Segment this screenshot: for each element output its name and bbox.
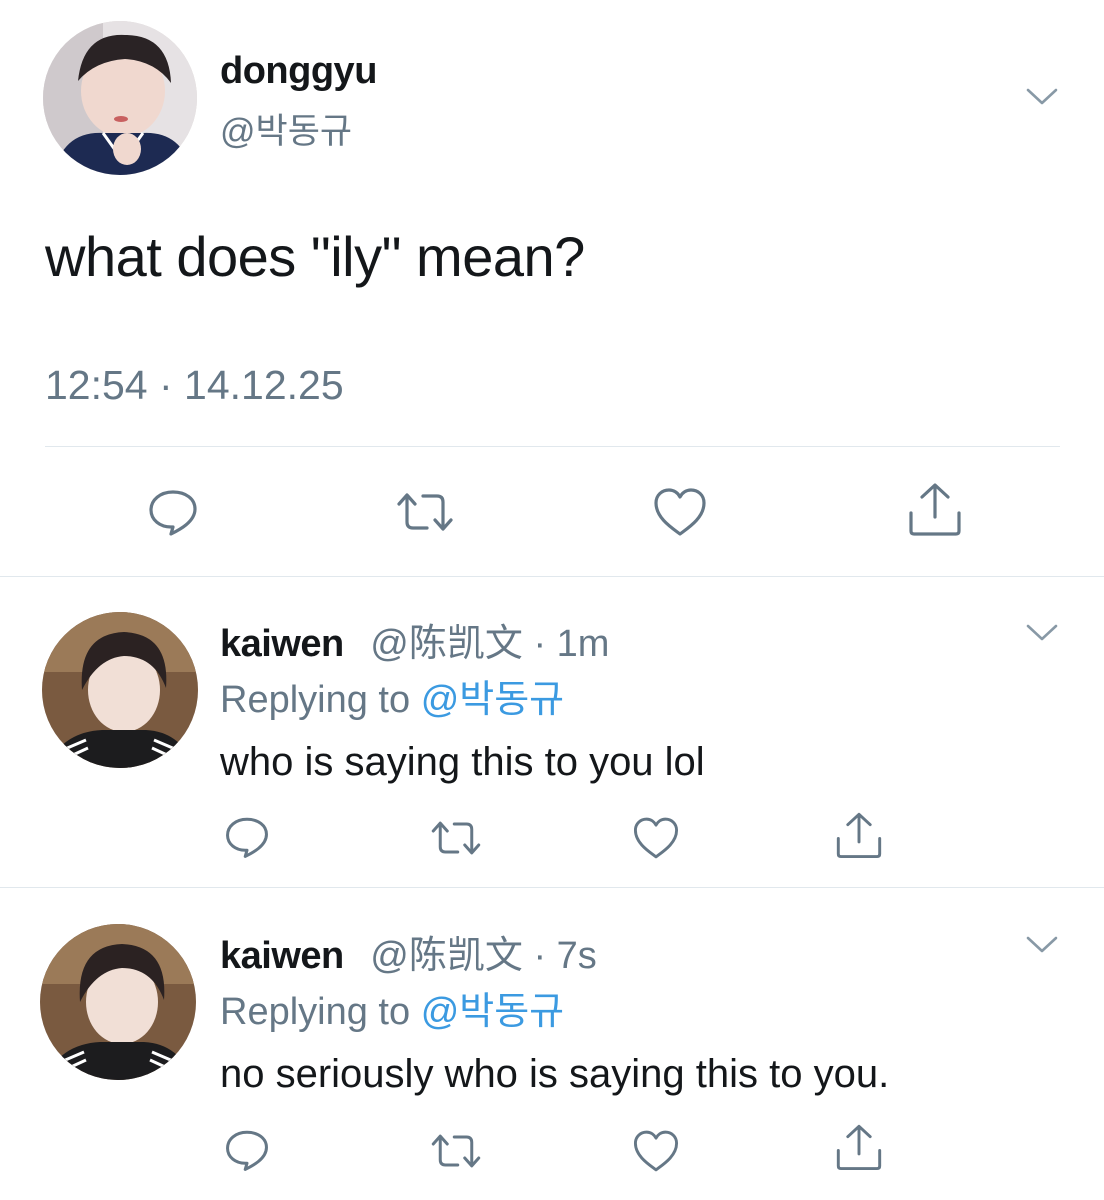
reply-avatar[interactable] [42,612,198,768]
main-display-name[interactable]: donggyu [220,50,377,93]
reply-handle[interactable]: @陈凯文 [370,935,523,977]
reply-like-icon[interactable] [632,1128,680,1174]
reply-header: kaiwen @陈凯文 · 7s [220,924,597,979]
main-avatar[interactable] [43,21,197,175]
reply-time[interactable]: · 7s [533,935,596,977]
main-reply-icon[interactable] [147,487,199,537]
reply-reply-icon[interactable] [224,1127,270,1173]
main-tweet-text: what does "ily" mean? [45,225,585,288]
reply-text: no seriously who is saying this to you. [220,1052,890,1096]
main-timestamp[interactable]: 12:54 · 14.12.25 [45,362,344,409]
replying-to-line: Replying to @박동규 [220,668,564,723]
reply-reply-icon[interactable] [224,814,270,860]
reply-display-name[interactable]: kaiwen [220,935,344,977]
reply-share-icon[interactable] [834,1122,884,1172]
replying-to-handle-link[interactable]: @박동규 [421,991,564,1033]
main-chevron-down-icon[interactable] [1024,84,1060,108]
main-retweet-icon[interactable] [393,490,457,534]
reply-retweet-icon[interactable] [428,818,484,858]
reply-chevron-down-icon[interactable] [1024,620,1060,644]
replying-to-handle-link[interactable]: @박동규 [421,679,564,721]
replying-to-label: Replying to [220,991,411,1033]
reply-avatar[interactable] [40,924,196,1080]
main-share-icon[interactable] [906,481,964,537]
reply-retweet-icon[interactable] [428,1131,484,1171]
reply-handle[interactable]: @陈凯文 [370,623,523,665]
main-like-icon[interactable] [652,486,708,538]
reply-text: who is saying this to you lol [220,740,705,784]
main-divider [45,446,1060,447]
replying-to-label: Replying to [220,679,411,721]
reply-header: kaiwen @陈凯文 · 1m [220,612,609,667]
replying-to-line: Replying to @박동규 [220,980,564,1035]
reply-time[interactable]: · 1m [533,623,609,665]
section-divider [0,576,1104,577]
reply-display-name[interactable]: kaiwen [220,623,344,665]
reply-share-icon[interactable] [834,810,884,860]
reply-like-icon[interactable] [632,815,680,861]
main-handle[interactable]: @박동규 [220,103,352,154]
reply-chevron-down-icon[interactable] [1024,932,1060,956]
reply-divider [0,887,1104,888]
